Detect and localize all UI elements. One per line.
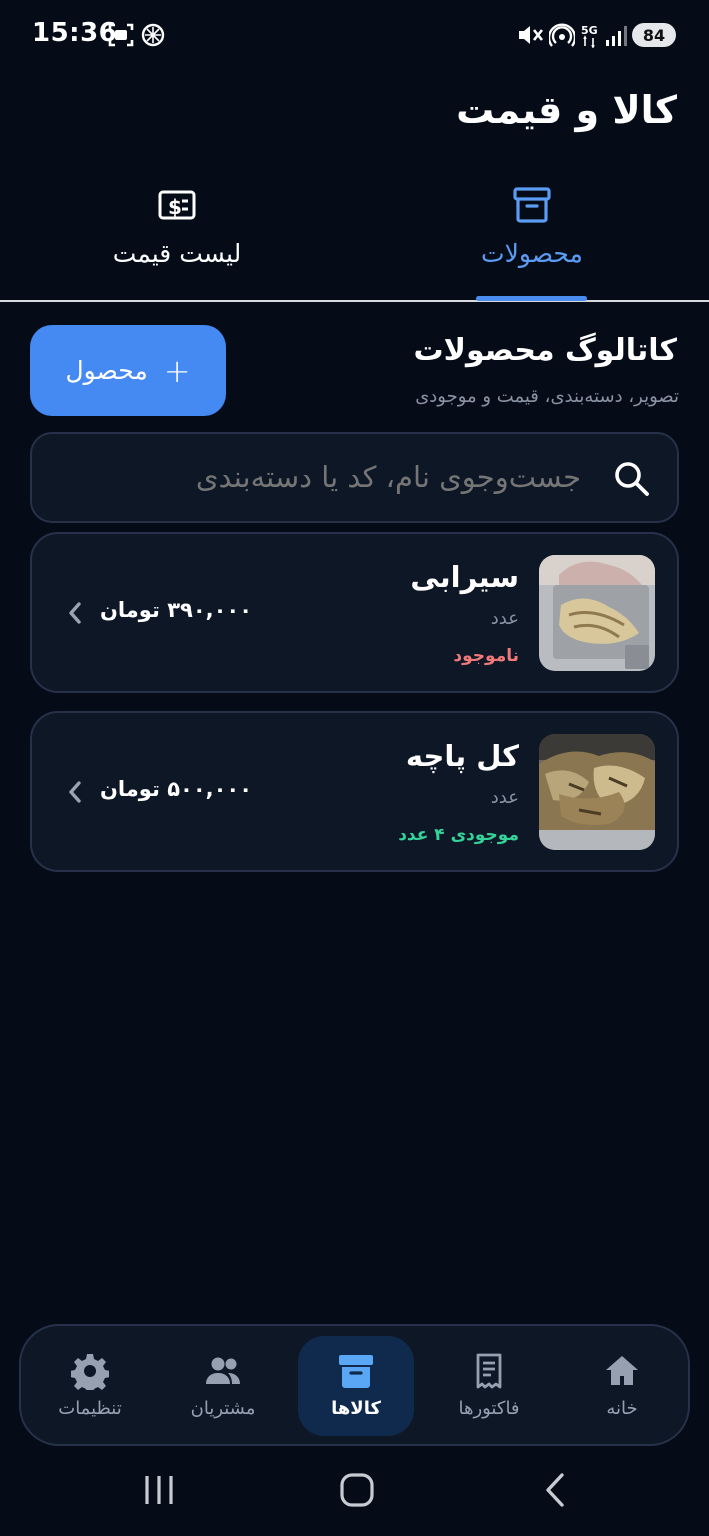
bottom-navigation: خانه فاکتورها کالاها مشتریان تنظیمات <box>19 1324 690 1446</box>
tab-price-list[interactable]: $ لیست قیمت <box>67 185 287 268</box>
home-button-icon[interactable] <box>338 1466 376 1514</box>
signal-icon <box>606 26 627 46</box>
active-tab-indicator <box>476 296 587 301</box>
chevron-left-icon <box>69 602 81 624</box>
archive-box-icon <box>339 1355 373 1388</box>
page-title: کالا و قیمت <box>456 88 677 132</box>
app-notification-icon <box>141 23 165 47</box>
gear-icon <box>71 1354 109 1390</box>
recent-apps-icon[interactable] <box>142 1466 176 1514</box>
product-name: کل پاچه <box>405 739 519 773</box>
nav-invoices-label: فاکتورها <box>458 1398 520 1419</box>
tabs-divider <box>0 300 709 302</box>
archive-box-icon <box>513 187 551 223</box>
chevron-left-icon <box>69 781 81 803</box>
svg-text:5G: 5G <box>581 24 598 37</box>
add-product-label: محصول <box>65 356 148 385</box>
tab-products-label: محصولات <box>481 239 583 268</box>
nav-customers[interactable]: مشتریان <box>165 1336 281 1436</box>
home-icon <box>606 1356 638 1385</box>
product-unit: عدد <box>490 608 519 629</box>
nav-customers-label: مشتریان <box>190 1398 256 1419</box>
stock-status: ناموجود <box>453 646 519 666</box>
hotspot-icon <box>549 23 575 47</box>
nav-settings-label: تنظیمات <box>58 1398 122 1419</box>
product-card[interactable]: سیرابی عدد ناموجود ۳۹۰,۰۰۰ تومان <box>30 532 679 693</box>
tab-products[interactable]: محصولات <box>422 185 642 268</box>
status-time: 15:36 <box>32 18 118 48</box>
tab-price-list-label: لیست قیمت <box>112 239 242 268</box>
product-card[interactable]: کل پاچه عدد موجودی ۴ عدد ۵۰۰,۰۰۰ تومان <box>30 711 679 872</box>
product-image <box>539 555 655 671</box>
product-price: ۵۰۰,۰۰۰ تومان <box>100 777 253 801</box>
receipt-icon <box>476 1353 502 1389</box>
search-bar[interactable] <box>30 432 679 523</box>
mute-icon <box>519 26 544 44</box>
users-icon <box>206 1357 240 1384</box>
5g-icon: 5G <box>581 24 598 48</box>
svg-text:$: $ <box>168 195 182 219</box>
plus-icon: + <box>163 351 191 390</box>
stock-status: موجودی ۴ عدد <box>398 825 519 845</box>
nav-home-label: خانه <box>606 1398 638 1419</box>
screen-capture-icon <box>108 23 134 47</box>
price-tag-icon: $ <box>158 190 196 220</box>
search-input[interactable] <box>121 460 581 494</box>
add-product-button[interactable]: + محصول <box>30 325 226 416</box>
product-image <box>539 734 655 850</box>
nav-invoices[interactable]: فاکتورها <box>431 1336 547 1436</box>
product-price: ۳۹۰,۰۰۰ تومان <box>100 598 253 622</box>
search-icon <box>615 462 649 496</box>
nav-products[interactable]: کالاها <box>298 1336 414 1436</box>
section-title: کاتالوگ محصولات <box>413 333 677 368</box>
back-icon[interactable] <box>540 1466 570 1514</box>
nav-settings[interactable]: تنظیمات <box>32 1336 148 1436</box>
product-unit: عدد <box>490 787 519 808</box>
battery-indicator: 84 <box>632 23 676 47</box>
nav-products-label: کالاها <box>331 1398 381 1419</box>
section-subtitle: تصویر، دسته‌بندی، قیمت و موجودی <box>415 386 679 407</box>
product-name: سیرابی <box>410 560 519 594</box>
nav-home[interactable]: خانه <box>564 1336 680 1436</box>
